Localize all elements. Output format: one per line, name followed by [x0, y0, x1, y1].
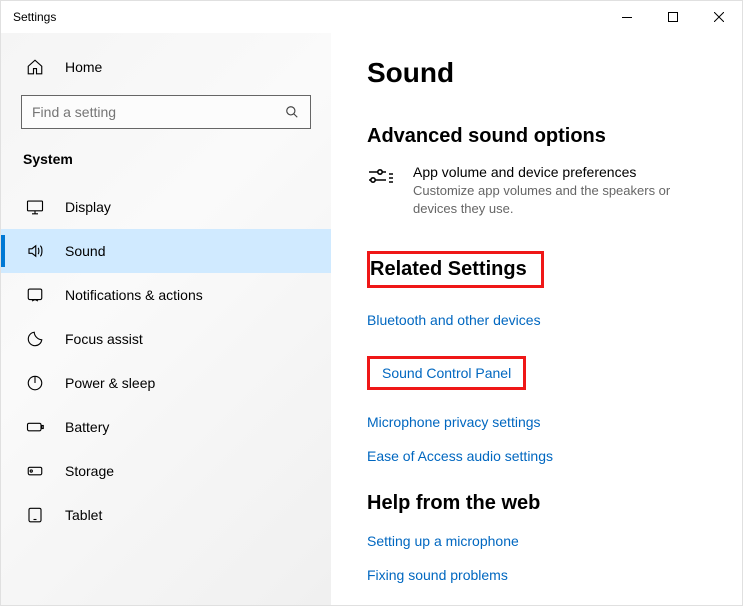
sidebar-item-power[interactable]: Power & sleep — [1, 361, 331, 405]
sidebar-item-notify[interactable]: Notifications & actions — [1, 273, 331, 317]
titlebar: Settings — [1, 1, 742, 33]
related-settings-title-highlight: Related Settings — [367, 251, 544, 288]
storage-icon — [25, 461, 45, 481]
tablet-icon — [25, 505, 45, 525]
sidebar-item-sound[interactable]: Sound — [1, 229, 331, 273]
sidebar-item-label: Storage — [65, 463, 114, 479]
minimize-button[interactable] — [604, 1, 650, 33]
home-icon — [25, 57, 45, 77]
home-nav[interactable]: Home — [1, 49, 331, 85]
search-box[interactable] — [21, 95, 311, 129]
sidebar-item-display[interactable]: Display — [1, 185, 331, 229]
ease-of-access-link[interactable]: Ease of Access audio settings — [367, 448, 706, 464]
search-icon — [284, 104, 300, 120]
maximize-button[interactable] — [650, 1, 696, 33]
content-area: Sound Advanced sound options App volume … — [331, 33, 742, 605]
related-settings-title: Related Settings — [370, 258, 527, 281]
fix-sound-link[interactable]: Fixing sound problems — [367, 567, 706, 583]
sound-control-panel-highlight: Sound Control Panel — [367, 356, 526, 390]
battery-icon — [25, 417, 45, 437]
sidebar-item-label: Notifications & actions — [65, 287, 203, 303]
sidebar-item-tablet[interactable]: Tablet — [1, 493, 331, 537]
power-icon — [25, 373, 45, 393]
notify-icon — [25, 285, 45, 305]
sliders-icon — [367, 164, 395, 192]
sidebar-item-label: Power & sleep — [65, 375, 155, 391]
close-button[interactable] — [696, 1, 742, 33]
sidebar-item-label: Battery — [65, 419, 109, 435]
microphone-privacy-link[interactable]: Microphone privacy settings — [367, 414, 706, 430]
sidebar-item-label: Focus assist — [65, 331, 143, 347]
sidebar-item-focus[interactable]: Focus assist — [1, 317, 331, 361]
sidebar-item-storage[interactable]: Storage — [1, 449, 331, 493]
window-title: Settings — [13, 10, 56, 24]
home-label: Home — [65, 59, 102, 75]
sidebar-item-label: Sound — [65, 243, 105, 259]
sidebar-item-label: Display — [65, 199, 111, 215]
sound-control-panel-link[interactable]: Sound Control Panel — [382, 365, 511, 381]
sidebar: Home System Display Sound Notifications & … — [1, 33, 331, 605]
sound-icon — [25, 241, 45, 261]
setup-microphone-link[interactable]: Setting up a microphone — [367, 533, 706, 549]
sidebar-item-label: Tablet — [65, 507, 102, 523]
sidebar-item-battery[interactable]: Battery — [1, 405, 331, 449]
app-volume-title: App volume and device preferences — [413, 164, 706, 180]
app-volume-preferences[interactable]: App volume and device preferences Custom… — [367, 164, 706, 217]
advanced-sound-title: Advanced sound options — [367, 125, 706, 148]
app-volume-desc: Customize app volumes and the speakers o… — [413, 182, 706, 217]
display-icon — [25, 197, 45, 217]
search-input[interactable] — [32, 104, 284, 120]
help-from-web-title: Help from the web — [367, 492, 706, 515]
sidebar-group-label: System — [1, 147, 331, 185]
focus-icon — [25, 329, 45, 349]
page-title: Sound — [367, 57, 706, 89]
bluetooth-devices-link[interactable]: Bluetooth and other devices — [367, 312, 706, 328]
